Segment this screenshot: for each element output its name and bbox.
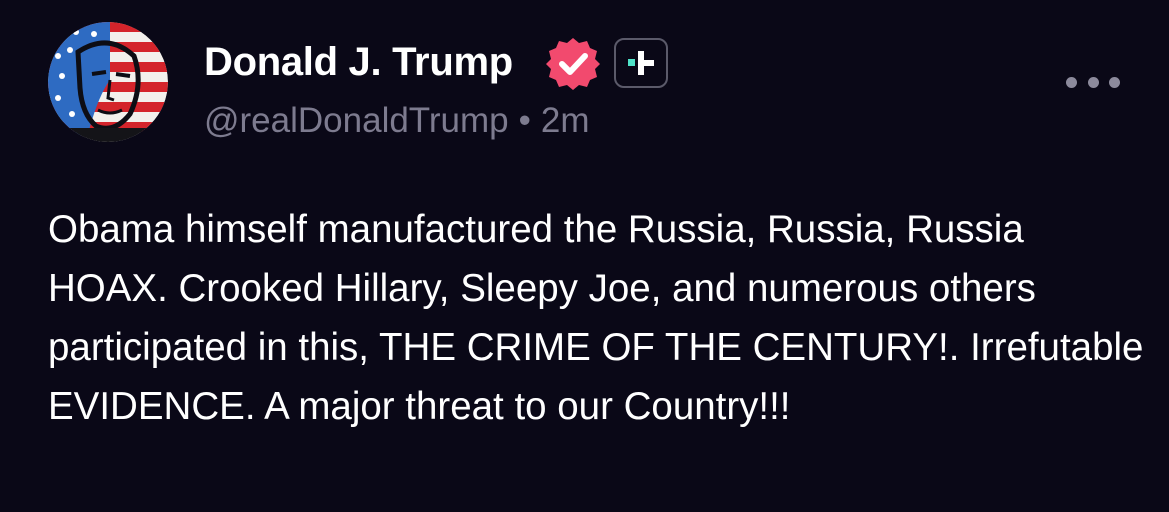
verified-badge-icon bbox=[544, 35, 602, 93]
more-dot bbox=[1109, 76, 1120, 88]
plus-badge-icon[interactable] bbox=[614, 38, 668, 88]
separator-dot: • bbox=[518, 101, 531, 140]
display-name[interactable]: Donald J. Trump bbox=[204, 38, 513, 86]
handle[interactable]: @realDonaldTrump bbox=[204, 101, 509, 140]
handle-line: @realDonaldTrump • 2m bbox=[204, 100, 590, 142]
timestamp[interactable]: 2m bbox=[541, 101, 590, 140]
post-body: Obama himself manufactured the Russia, R… bbox=[48, 208, 1144, 428]
more-options-icon[interactable] bbox=[1066, 70, 1120, 94]
avatar[interactable] bbox=[48, 22, 168, 142]
more-dot bbox=[1087, 76, 1099, 88]
post-card: Donald J. Trump @realDonaldTrump • 2m Obam… bbox=[0, 0, 1169, 512]
avatar-image bbox=[48, 22, 168, 142]
more-dot bbox=[1066, 76, 1077, 88]
